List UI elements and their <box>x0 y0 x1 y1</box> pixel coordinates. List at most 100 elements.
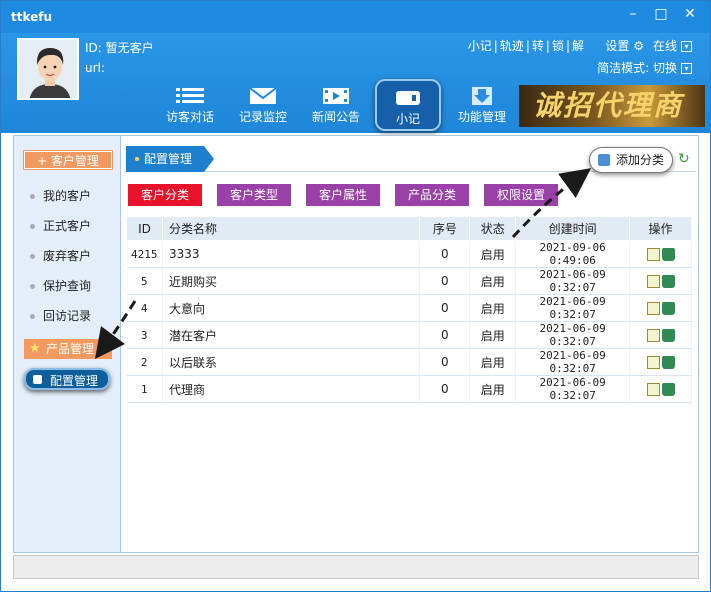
sidebar-item-config-management[interactable]: 配置管理 <box>24 368 110 390</box>
link-note[interactable]: 小记 <box>468 39 492 53</box>
cell-actions <box>629 267 692 295</box>
link-lock[interactable]: 锁 <box>552 39 564 53</box>
cell-status: 启用 <box>469 375 517 403</box>
table-row: 4215 3333 0 启用 2021-09-06 0:49:06 <box>126 240 692 268</box>
nav-record-monitor[interactable]: 记录监控 <box>234 83 292 127</box>
gear-icon: ⚙ <box>633 39 644 53</box>
cell-order: 0 <box>419 348 471 376</box>
visitor-url: url: <box>85 61 105 75</box>
sidebar-item-protection-query[interactable]: 保护查询 <box>30 277 91 294</box>
delete-icon[interactable] <box>661 356 675 369</box>
sidebar-item-my-customers[interactable]: 我的客户 <box>30 187 91 204</box>
table-row: 1 代理商 0 启用 2021-06-09 0:32:07 <box>126 375 692 403</box>
delete-icon[interactable] <box>661 302 675 315</box>
content-area: + 客户管理 我的客户 正式客户 废弃客户 保护查询 回访记录 ★ 产品管理 配… <box>13 135 699 553</box>
avatar <box>17 38 79 100</box>
col-order: 序号 <box>419 216 471 241</box>
sidebar-item-abandoned-customers[interactable]: 废弃客户 <box>30 247 91 264</box>
nav-visitor-chat[interactable]: 访客对话 <box>161 83 219 127</box>
minimize-button[interactable]: – <box>621 4 645 24</box>
cell-id: 2 <box>126 348 163 376</box>
mail-icon <box>249 87 277 104</box>
tab-bar: 配置管理 添加分类 ↻ <box>126 146 696 173</box>
edit-icon[interactable] <box>646 302 660 315</box>
list-icon <box>176 88 204 103</box>
col-created: 创建时间 <box>515 216 631 241</box>
refresh-icon[interactable]: ↻ <box>678 152 692 166</box>
nav-functions[interactable]: 功能管理 <box>453 83 511 127</box>
link-unlock[interactable]: 解 <box>572 39 584 53</box>
note-icon <box>396 91 420 105</box>
col-status: 状态 <box>469 216 517 241</box>
cell-actions <box>629 294 692 322</box>
product-category-button[interactable]: 产品分类 <box>395 184 469 206</box>
config-icon <box>33 375 42 384</box>
visitor-id: ID: 暂无客户 <box>85 41 154 55</box>
delete-icon[interactable] <box>661 383 675 396</box>
edit-icon[interactable] <box>646 275 660 288</box>
edit-icon[interactable] <box>646 356 660 369</box>
delete-icon[interactable] <box>661 329 675 342</box>
download-icon <box>472 87 492 105</box>
sidebar: + 客户管理 我的客户 正式客户 废弃客户 保护查询 回访记录 ★ 产品管理 配… <box>14 136 121 552</box>
sidebar-item-follow-up[interactable]: 回访记录 <box>30 307 91 324</box>
table-header: ID 分类名称 序号 状态 创建时间 操作 <box>126 216 692 241</box>
table-row: 4 大意向 0 启用 2021-06-09 0:32:07 <box>126 294 692 322</box>
dropdown-icon: ▾ <box>681 41 692 52</box>
bullet-icon <box>30 314 35 319</box>
app-window: ttkefu – □ ✕ ID: 暂无客户 url: 小记 | 轨迹 | 转 | 锁 | 解 设… <box>0 0 711 592</box>
cell-name: 代理商 <box>162 375 421 403</box>
cell-order: 0 <box>419 294 471 322</box>
customer-management-header[interactable]: + 客户管理 <box>24 151 112 169</box>
nav-notes[interactable]: 小记 <box>375 79 441 131</box>
cell-status: 启用 <box>469 240 517 268</box>
add-icon <box>598 154 610 166</box>
customer-category-button[interactable]: 客户分类 <box>128 184 202 206</box>
cell-order: 0 <box>419 267 471 295</box>
agent-banner[interactable]: 诚招代理商 <box>519 85 705 127</box>
sidebar-item-formal-customers[interactable]: 正式客户 <box>30 217 91 234</box>
top-links: 小记 | 轨迹 | 转 | 锁 | 解 <box>467 39 584 53</box>
table-row: 2 以后联系 0 启用 2021-06-09 0:32:07 <box>126 348 692 376</box>
col-id: ID <box>126 216 163 241</box>
cell-id: 1 <box>126 375 163 403</box>
cell-name: 3333 <box>162 240 421 268</box>
bullet-icon <box>30 194 35 199</box>
settings-menu[interactable]: 设置 ⚙ <box>605 37 644 54</box>
category-table: ID 分类名称 序号 状态 创建时间 操作 4215 3333 0 启用 2021-09… <box>126 216 692 403</box>
cell-created: 2021-06-09 0:32:07 <box>515 294 631 322</box>
delete-icon[interactable] <box>661 248 675 261</box>
edit-icon[interactable] <box>646 383 660 396</box>
tab-dot-icon <box>135 157 139 161</box>
link-transfer[interactable]: 转 <box>532 39 544 53</box>
delete-icon[interactable] <box>661 275 675 288</box>
nav-news[interactable]: 新闻公告 <box>307 83 365 127</box>
cell-name: 大意向 <box>162 294 421 322</box>
cell-order: 0 <box>419 240 471 268</box>
status-bar <box>13 555 699 579</box>
link-track[interactable]: 轨迹 <box>500 39 524 53</box>
add-category-button[interactable]: 添加分类 <box>589 147 673 173</box>
simple-mode-toggle[interactable]: 简洁模式: 切换 ▾ <box>597 59 692 76</box>
customer-attribute-button[interactable]: 客户属性 <box>306 184 380 206</box>
header: ID: 暂无客户 url: 小记 | 轨迹 | 转 | 锁 | 解 设置 ⚙ 在线 ▾ 简洁模式:… <box>1 33 710 133</box>
cell-order: 0 <box>419 375 471 403</box>
edit-icon[interactable] <box>646 329 660 342</box>
cell-status: 启用 <box>469 267 517 295</box>
permission-settings-button[interactable]: 权限设置 <box>484 184 558 206</box>
tab-config-management[interactable]: 配置管理 <box>126 146 214 172</box>
online-status[interactable]: 在线 ▾ <box>653 37 692 54</box>
table-row: 5 近期购买 0 启用 2021-06-09 0:32:07 <box>126 267 692 295</box>
cell-actions <box>629 321 692 349</box>
sidebar-item-product-management[interactable]: ★ 产品管理 <box>24 339 112 359</box>
edit-icon[interactable] <box>646 248 660 261</box>
video-icon <box>323 88 349 104</box>
table-row: 3 潜在客户 0 启用 2021-06-09 0:32:07 <box>126 321 692 349</box>
close-button[interactable]: ✕ <box>678 4 702 24</box>
cell-id: 4 <box>126 294 163 322</box>
customer-type-button[interactable]: 客户类型 <box>217 184 291 206</box>
maximize-button[interactable]: □ <box>649 4 673 24</box>
bullet-icon <box>30 284 35 289</box>
title-bar: ttkefu – □ ✕ <box>1 1 710 33</box>
cell-created: 2021-06-09 0:32:07 <box>515 348 631 376</box>
